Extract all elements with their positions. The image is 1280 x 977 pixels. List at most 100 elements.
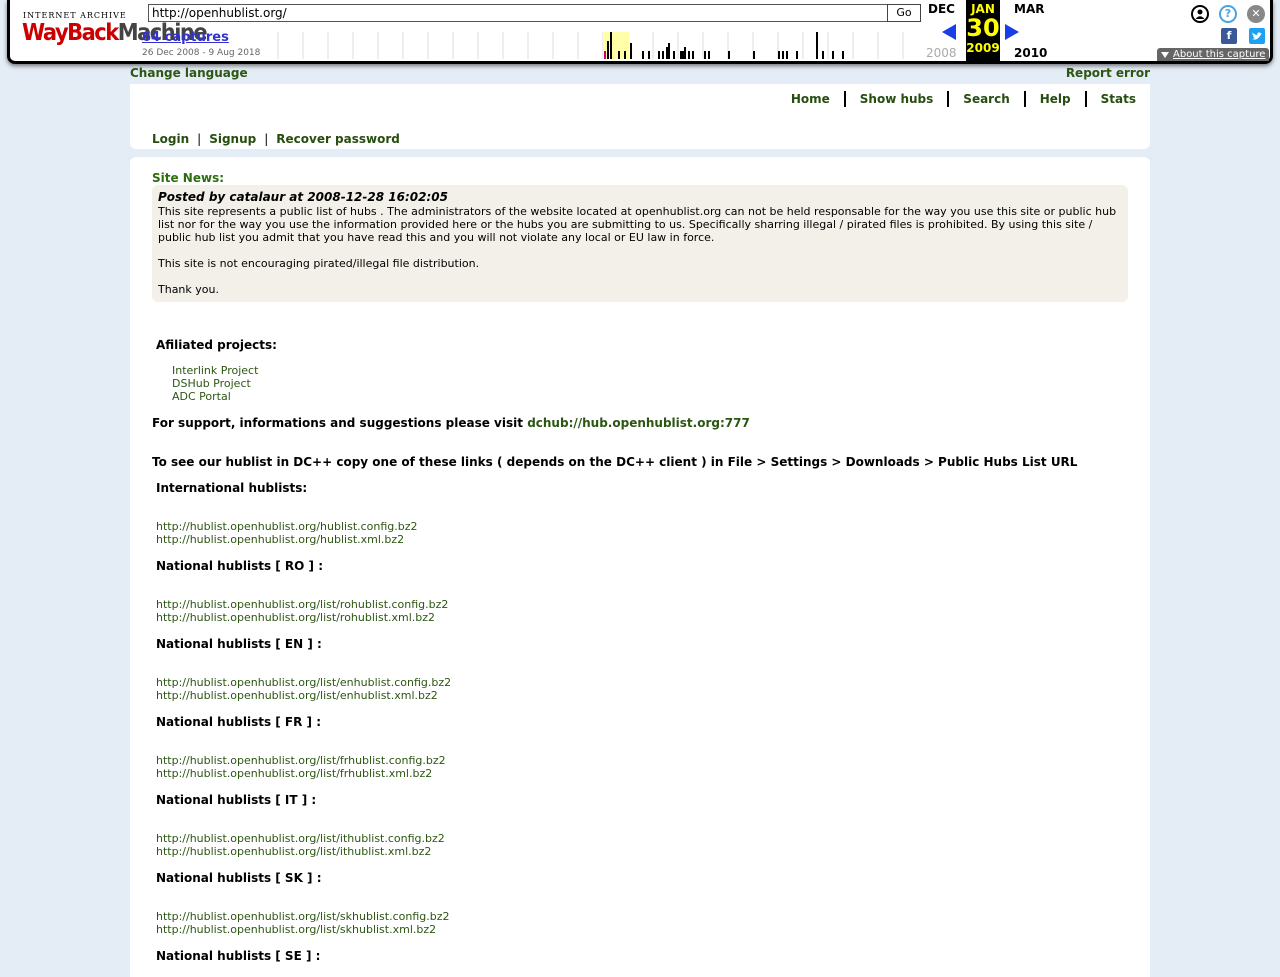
hublist-link[interactable]: http://hublist.openhublist.org/list/ithu…: [156, 832, 445, 845]
sparkline-capture-bar: [666, 47, 668, 59]
sparkline-capture-bar: [607, 41, 609, 59]
prev-capture-arrow-icon[interactable]: [942, 24, 956, 40]
hublist-link[interactable]: http://hublist.openhublist.org/list/ithu…: [156, 845, 431, 858]
news-paragraph: This site is not encouraging pirated/ill…: [158, 257, 480, 270]
nav-search[interactable]: Search: [947, 91, 1023, 107]
site-news-heading: Site News:: [152, 171, 225, 185]
sparkline-capture-bar: [796, 51, 798, 59]
main-content: Site News: Posted by catalaur at 2008-12…: [130, 157, 1150, 977]
current-year: 2009: [966, 41, 1000, 55]
sparkline-capture-bar: [680, 51, 682, 59]
next-capture-arrow-icon[interactable]: [1005, 24, 1019, 40]
news-paragraph: This site represents a public list of hu…: [158, 205, 1117, 244]
facebook-icon[interactable]: f: [1221, 28, 1237, 44]
change-language-link[interactable]: Change language: [130, 66, 248, 80]
auth-separator: |: [197, 132, 202, 146]
sparkline-capture-bar: [753, 51, 755, 59]
recover-password-link[interactable]: Recover password: [276, 132, 400, 146]
url-input[interactable]: http://openhublist.org/: [148, 4, 888, 22]
hublist-link[interactable]: http://hublist.openhublist.org/list/rohu…: [156, 611, 435, 624]
close-icon[interactable]: ✕: [1247, 5, 1265, 23]
current-day: 30: [966, 14, 1000, 42]
sparkline-capture-bar: [658, 51, 660, 59]
prev-month[interactable]: DEC: [928, 2, 955, 16]
next-year[interactable]: 2010: [1014, 46, 1047, 60]
hublist-heading: National hublists [ SK ] :: [156, 871, 322, 885]
auth-links: Login | Signup | Recover password: [152, 132, 400, 146]
help-icon[interactable]: ?: [1219, 5, 1237, 23]
sparkline-capture-bar: [624, 51, 626, 59]
sparkline-capture-bar: [673, 51, 675, 59]
sparkline-capture-bar: [610, 32, 612, 59]
sparkline-capture-bar: [728, 51, 730, 59]
affiliated-heading: Afiliated projects:: [156, 338, 277, 352]
sparkline-capture-bar: [682, 51, 684, 59]
hublist-heading: International hublists:: [156, 481, 308, 495]
affiliated-link-dshub[interactable]: DSHub Project: [172, 377, 251, 390]
user-icon[interactable]: [1191, 5, 1209, 23]
sparkline-capture-bar: [668, 43, 670, 59]
capture-calendar: DEC MAR 2008 2010 JAN 30 2009: [922, 0, 1047, 62]
affiliated-link-interlink[interactable]: Interlink Project: [172, 364, 258, 377]
captures-link[interactable]: 64 captures: [142, 30, 229, 45]
hublist-link[interactable]: http://hublist.openhublist.org/list/rohu…: [156, 598, 448, 611]
login-link[interactable]: Login: [152, 132, 189, 146]
sparkline-capture-bar: [642, 51, 644, 59]
about-capture-label: About this capture: [1173, 49, 1266, 60]
signup-link[interactable]: Signup: [209, 132, 256, 146]
sparkline-capture-bar: [648, 51, 650, 59]
sparkline-capture-bar: [842, 51, 844, 59]
hublist-link[interactable]: http://hublist.openhublist.org/list/skhu…: [156, 923, 436, 936]
hublist-link[interactable]: http://hublist.openhublist.org/list/enhu…: [156, 676, 451, 689]
hublist-heading: National hublists [ SE ] :: [156, 949, 321, 963]
go-button[interactable]: Go: [887, 4, 921, 22]
sparkline-current-capture: [604, 51, 606, 59]
chevron-down-icon: [1161, 52, 1169, 58]
auth-separator: |: [264, 132, 269, 146]
main-nav: Home Show hubs Search Help Stats: [777, 91, 1136, 107]
sparkline-capture-bar: [816, 32, 818, 59]
sparkline-capture-bar: [786, 51, 788, 59]
wayback-toolbar: INTERNET ARCHIVE WayBackMachine http://o…: [7, 0, 1273, 64]
sparkline-capture-bar: [684, 47, 686, 59]
prev-year[interactable]: 2008: [926, 46, 957, 60]
sparkline-capture-bar: [822, 51, 824, 59]
sparkline-capture-bar: [832, 51, 834, 59]
current-capture: JAN 30 2009: [966, 0, 1000, 62]
wayback-logo-way: WayBack: [22, 19, 119, 46]
support-hub-link[interactable]: dchub://hub.openhublist.org:777: [527, 416, 750, 430]
report-error-link[interactable]: Report error: [1066, 66, 1150, 80]
news-posted-by: Posted by catalaur at 2008-12-28 16:02:0…: [158, 190, 448, 204]
hublist-link[interactable]: http://hublist.openhublist.org/list/frhu…: [156, 767, 432, 780]
twitter-icon[interactable]: [1249, 28, 1265, 44]
nav-stats[interactable]: Stats: [1084, 91, 1136, 107]
hublist-heading: National hublists [ RO ] :: [156, 559, 324, 573]
support-text: For support, informations and suggestion…: [152, 416, 523, 430]
nav-home[interactable]: Home: [777, 91, 844, 107]
hublist-link[interactable]: http://hublist.openhublist.org/list/skhu…: [156, 910, 450, 923]
affiliated-link-adc-portal[interactable]: ADC Portal: [172, 390, 231, 403]
support-line: For support, informations and suggestion…: [152, 416, 750, 430]
site-header: Home Show hubs Search Help Stats Login | Signu…: [130, 84, 1150, 149]
nav-help[interactable]: Help: [1023, 91, 1085, 107]
hublist-link[interactable]: http://hublist.openhublist.org/hublist.c…: [156, 520, 418, 533]
sparkline-capture-bar: [630, 43, 632, 59]
news-post: Posted by catalaur at 2008-12-28 16:02:0…: [152, 185, 1128, 302]
hublist-heading: National hublists [ EN ] :: [156, 637, 322, 651]
sparkline-capture-bar: [688, 51, 690, 59]
hublist-link[interactable]: http://hublist.openhublist.org/list/enhu…: [156, 689, 438, 702]
sparkline-capture-bar: [618, 51, 620, 59]
sparkline-capture-bar: [778, 51, 780, 59]
about-capture-button[interactable]: About this capture: [1157, 48, 1269, 61]
sparkline-capture-bar: [708, 51, 710, 59]
sparkline-capture-bar: [782, 51, 784, 59]
sparkline-capture-bar: [704, 51, 706, 59]
sparkline-capture-bar: [662, 51, 664, 59]
capture-range: 26 Dec 2008 - 9 Aug 2018: [142, 48, 261, 58]
nav-show-hubs[interactable]: Show hubs: [843, 91, 948, 107]
hublist-link[interactable]: http://hublist.openhublist.org/hublist.x…: [156, 533, 404, 546]
news-paragraph: Thank you.: [158, 283, 219, 296]
capture-sparkline[interactable]: [270, 32, 921, 59]
hublist-link[interactable]: http://hublist.openhublist.org/list/frhu…: [156, 754, 446, 767]
next-month[interactable]: MAR: [1014, 2, 1044, 16]
